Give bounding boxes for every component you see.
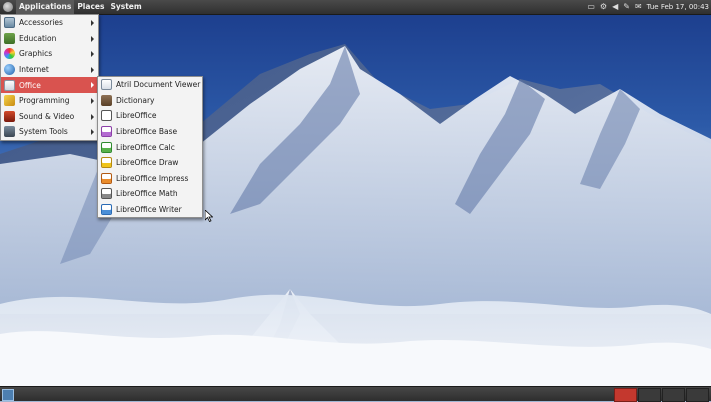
show-desktop-icon[interactable] <box>2 389 14 401</box>
menu-item-graphics[interactable]: Graphics <box>1 46 98 62</box>
office-submenu: Atril Document Viewer Dictionary LibreOf… <box>97 76 203 219</box>
mouse-pointer-icon <box>205 210 213 222</box>
applications-menu-button[interactable]: Applications <box>16 0 75 14</box>
submenu-arrow-icon <box>91 20 94 26</box>
menu-item-office[interactable]: Office <box>1 77 98 93</box>
system-tools-icon <box>4 126 15 138</box>
libreoffice-math-icon <box>101 188 112 200</box>
education-icon <box>4 32 15 44</box>
top-panel: Applications Places System ▭ ⚙ ◀ ✎ ✉ Tue… <box>0 0 711 15</box>
menu-item-system-tools[interactable]: System Tools <box>1 124 98 140</box>
menu-item-libreoffice-base[interactable]: LibreOffice Base <box>98 124 202 140</box>
volume-icon[interactable]: ◀ <box>612 0 618 14</box>
menu-item-libreoffice-impress[interactable]: LibreOffice Impress <box>98 171 202 187</box>
submenu-arrow-icon <box>91 66 94 73</box>
accessories-icon <box>4 17 15 29</box>
menu-item-dictionary[interactable]: Dictionary <box>98 93 202 109</box>
settings-icon[interactable]: ⚙ <box>600 0 607 14</box>
libreoffice-draw-icon <box>101 157 112 169</box>
menu-item-libreoffice-calc[interactable]: LibreOffice Calc <box>98 139 202 155</box>
display-icon[interactable]: ▭ <box>587 0 595 14</box>
places-menu-button[interactable]: Places <box>74 0 107 14</box>
menu-item-accessories[interactable]: Accessories <box>1 15 98 31</box>
submenu-arrow-icon <box>91 35 94 42</box>
workspace-switcher <box>614 388 709 402</box>
dictionary-icon <box>101 94 112 106</box>
menu-item-education[interactable]: Education <box>1 31 98 47</box>
menu-item-libreoffice-writer[interactable]: LibreOffice Writer <box>98 202 202 218</box>
menu-item-internet[interactable]: Internet <box>1 62 98 78</box>
submenu-arrow-icon <box>91 82 94 89</box>
document-viewer-icon <box>101 79 112 91</box>
applications-menu: Accessories Education Graphics Internet … <box>0 14 99 141</box>
clock[interactable]: Tue Feb 17, 00:43 <box>647 0 709 14</box>
libreoffice-calc-icon <box>101 141 112 153</box>
system-menu-button[interactable]: System <box>107 0 144 14</box>
menu-item-programming[interactable]: Programming <box>1 93 98 109</box>
submenu-arrow-icon <box>91 113 94 120</box>
bottom-panel <box>0 386 711 402</box>
libreoffice-icon <box>101 110 112 122</box>
menu-item-atril-document-viewer[interactable]: Atril Document Viewer <box>98 77 202 93</box>
submenu-arrow-icon <box>91 51 94 58</box>
mail-icon[interactable]: ✉ <box>635 0 642 14</box>
libreoffice-writer-icon <box>101 204 112 216</box>
menu-item-libreoffice-draw[interactable]: LibreOffice Draw <box>98 155 202 171</box>
menu-item-sound-video[interactable]: Sound & Video <box>1 109 98 125</box>
libreoffice-impress-icon <box>101 172 112 184</box>
system-tray: ▭ ⚙ ◀ ✎ ✉ Tue Feb 17, 00:43 <box>587 0 711 14</box>
submenu-arrow-icon <box>91 129 94 136</box>
menu-item-libreoffice-math[interactable]: LibreOffice Math <box>98 186 202 202</box>
libreoffice-base-icon <box>101 126 112 138</box>
programming-icon <box>4 95 15 107</box>
sound-video-icon <box>4 110 15 122</box>
distro-logo-icon[interactable] <box>3 2 13 12</box>
office-icon <box>4 79 15 91</box>
submenu-arrow-icon <box>91 97 94 104</box>
graphics-icon <box>4 48 15 60</box>
menu-item-libreoffice[interactable]: LibreOffice <box>98 108 202 124</box>
internet-icon <box>4 64 15 76</box>
pen-icon[interactable]: ✎ <box>623 0 630 14</box>
